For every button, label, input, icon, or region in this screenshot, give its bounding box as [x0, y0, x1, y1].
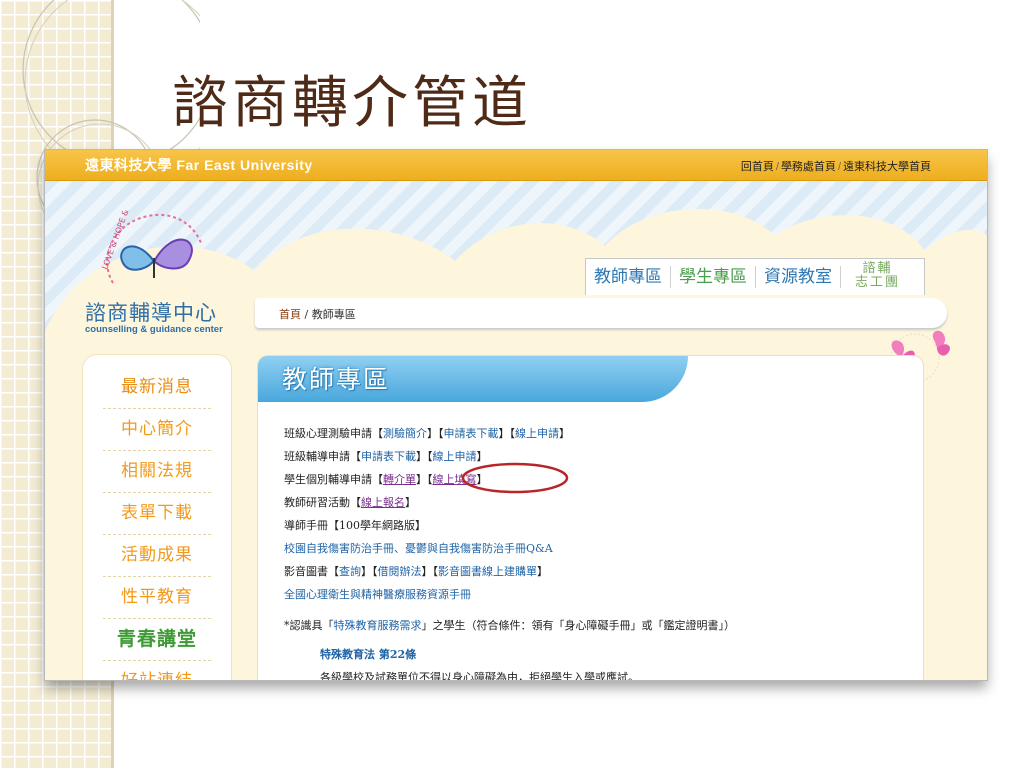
side-menu: 最新消息 中心簡介 相關法規 表單下載 活動成果 性平教育 青春講堂 好站連結 [83, 355, 231, 680]
tab-volunteer-line1: 諮輔 [862, 261, 893, 276]
panel-title: 教師專區 [282, 365, 391, 394]
tab-volunteer-line2: 志工團 [855, 275, 901, 290]
website-screenshot: 遠東科技大學 Far East University 回首頁 / 學務處首頁 / 遠東科… [45, 150, 987, 680]
link-university-home[interactable]: 遠東科技大學首頁 [843, 161, 931, 173]
link-referral-form[interactable]: 轉介單 [383, 473, 416, 486]
list-item: 班級心理測驗申請【測驗簡介】【申請表下載】【線上申請】 [284, 427, 570, 440]
slide-title: 諮商轉介管道 [172, 71, 532, 136]
breadcrumb-bar: 首頁 / 教師專區 [255, 298, 947, 328]
logo-english-name: counselling & guidance center [85, 324, 223, 335]
law-title: 特殊教育法 第22條 [320, 648, 417, 661]
list-item: 學生個別輔導申請【轉介單】【線上填寫】 [284, 473, 488, 486]
breadcrumb: 首頁 / 教師專區 [279, 306, 356, 322]
logo-chinese-name: 諮商輔導中心 [85, 301, 217, 325]
link-form-download[interactable]: 申請表下載 [444, 427, 499, 440]
link-student-affairs[interactable]: 學務處首頁 [781, 161, 836, 173]
menu-gender-equality[interactable]: 性平教育 [103, 577, 211, 619]
site-title: 遠東科技大學 Far East University [85, 157, 313, 173]
list-item: 校園自我傷害防治手冊、憂鬱與自我傷害防治手冊Q&A [284, 537, 914, 560]
link-home[interactable]: 回首頁 [741, 161, 774, 173]
tab-volunteer[interactable]: 諮輔 志工團 [841, 262, 906, 292]
link-self-harm-handbook[interactable]: 校園自我傷害防治手冊、憂鬱與自我傷害防治手冊Q&A [284, 542, 553, 555]
link-form-download[interactable]: 申請表下載 [361, 450, 416, 463]
link-online-register[interactable]: 線上報名 [361, 496, 405, 509]
tab-student[interactable]: 學生專區 [671, 266, 756, 288]
breadcrumb-separator: / [301, 308, 312, 321]
main-tabs: 教師專區 學生專區 資源教室 諮輔 志工團 [585, 258, 925, 295]
top-links: 回首頁 / 學務處首頁 / 遠東科技大學首頁 [740, 161, 931, 173]
list-item: 導師手冊【100學年網路版】 [284, 514, 914, 537]
list-item: 班級輔導申請【申請表下載】【線上申請】 [284, 450, 488, 463]
logo-butterfly-icon: LOVE & HOPE & DREAM [100, 208, 202, 284]
content-panel: 教師專區 班級心理測驗申請【測驗簡介】【申請表下載】【線上申請】 班級輔導申請【… [258, 356, 923, 680]
menu-links[interactable]: 好站連結 [103, 661, 211, 680]
link-query[interactable]: 查詢 [339, 565, 361, 578]
list-item: 教師研習活動【線上報名】 [284, 496, 416, 509]
list-item: *認識具「特殊教育服務需求」之學生（符合條件：領有「身心障礙手冊」或「鑑定證明書… [284, 619, 735, 632]
menu-latest-news[interactable]: 最新消息 [103, 367, 211, 409]
content-list: 班級心理測驗申請【測驗簡介】【申請表下載】【線上申請】 班級輔導申請【申請表下載… [284, 422, 914, 680]
law-text: 各級學校及試務單位不得以身心障礙為由，拒絕學生入學或應試。 [320, 671, 639, 680]
menu-youth-lecture[interactable]: 青春講堂 [103, 619, 211, 661]
menu-form-download[interactable]: 表單下載 [103, 493, 211, 535]
tab-teacher[interactable]: 教師專區 [586, 266, 671, 288]
breadcrumb-current: 教師專區 [311, 308, 356, 321]
site-topbar: 遠東科技大學 Far East University 回首頁 / 學務處首頁 / 遠東科… [45, 150, 987, 181]
mentor-handbook-text: 導師手冊【100學年網路版】 [284, 519, 426, 532]
panel-banner: 教師專區 [258, 356, 688, 402]
menu-regulations[interactable]: 相關法規 [103, 451, 211, 493]
link-special-education[interactable]: 特殊教育服務需求 [334, 619, 422, 632]
link-borrow-rules[interactable]: 借閱辦法 [378, 565, 422, 578]
tab-resource-room[interactable]: 資源教室 [756, 266, 841, 288]
list-item: 全國心理衛生與精神醫療服務資源手冊 [284, 583, 914, 606]
link-test-intro[interactable]: 測驗簡介 [383, 427, 427, 440]
menu-center-intro[interactable]: 中心簡介 [103, 409, 211, 451]
red-highlight-ellipse [461, 462, 569, 494]
list-item: 影音圖書【查詢】【借閱辦法】【影音圖書線上建購單】 [284, 565, 548, 578]
link-mental-health-resources[interactable]: 全國心理衛生與精神醫療服務資源手冊 [284, 588, 471, 601]
link-purchase-list[interactable]: 影音圖書線上建購單 [438, 565, 537, 578]
breadcrumb-home[interactable]: 首頁 [279, 308, 301, 321]
menu-activity-results[interactable]: 活動成果 [103, 535, 211, 577]
link-online-apply[interactable]: 線上申請 [515, 427, 559, 440]
